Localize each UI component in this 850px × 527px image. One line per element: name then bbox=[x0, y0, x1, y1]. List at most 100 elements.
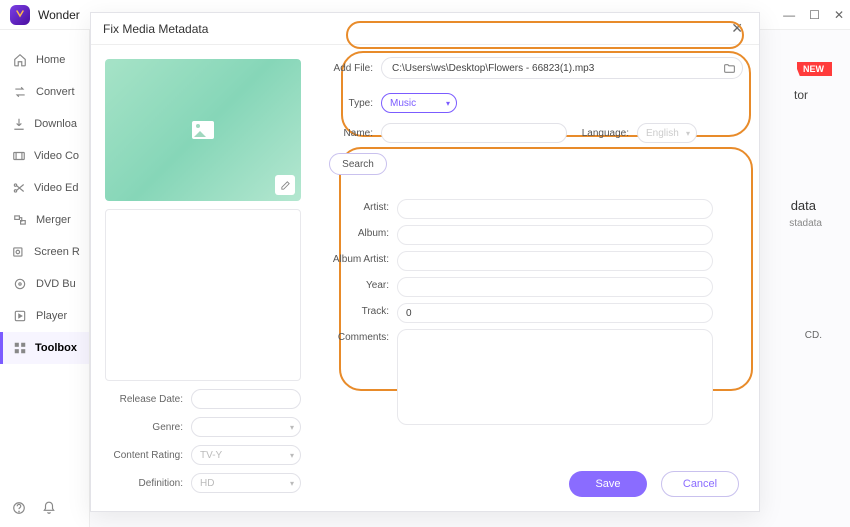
sidebar-item-player[interactable]: Player bbox=[0, 300, 89, 332]
name-input[interactable] bbox=[381, 123, 567, 143]
album-field[interactable] bbox=[397, 225, 713, 245]
sidebar-item-label: DVD Bu bbox=[36, 278, 76, 290]
convert-icon bbox=[12, 84, 28, 100]
file-path-field[interactable]: C:\Users\ws\Desktop\Flowers - 66823(1).m… bbox=[381, 57, 743, 79]
language-value: English bbox=[646, 128, 679, 139]
add-file-row: Add File: C:\Users\ws\Desktop\Flowers - … bbox=[325, 57, 743, 79]
maximize-button[interactable]: ☐ bbox=[809, 8, 820, 22]
search-area: Type: Music ▾ Name: Language: English ▾ bbox=[325, 93, 743, 175]
chevron-down-icon: ▾ bbox=[446, 99, 450, 108]
definition-label: Definition: bbox=[105, 478, 191, 489]
help-icon[interactable] bbox=[12, 501, 26, 515]
sidebar-item-label: Convert bbox=[36, 86, 75, 98]
chevron-down-icon: ▾ bbox=[290, 451, 294, 460]
bg-text: CD. bbox=[805, 330, 822, 341]
album-artist-field[interactable] bbox=[397, 251, 713, 271]
content-rating-label: Content Rating: bbox=[105, 450, 191, 461]
left-meta-form: Release Date: Genre: ▾ Content Rating: T… bbox=[105, 389, 301, 501]
close-icon[interactable]: ✕ bbox=[727, 18, 747, 39]
download-icon bbox=[12, 116, 26, 132]
album-art-preview bbox=[105, 59, 301, 201]
file-path-value: C:\Users\ws\Desktop\Flowers - 66823(1).m… bbox=[392, 63, 594, 74]
save-button[interactable]: Save bbox=[569, 471, 647, 497]
bg-text: tor bbox=[794, 88, 808, 102]
chevron-down-icon: ▾ bbox=[686, 129, 690, 138]
modal-header: Fix Media Metadata ✕ bbox=[91, 13, 759, 45]
merger-icon bbox=[12, 212, 28, 228]
chevron-down-icon: ▾ bbox=[290, 479, 294, 488]
sidebar-item-label: Downloa bbox=[34, 118, 77, 130]
release-date-field[interactable] bbox=[191, 389, 301, 409]
metadata-area: Artist: Album: Album Artist: Year: Track… bbox=[325, 199, 743, 425]
right-pane: Add File: C:\Users\ws\Desktop\Flowers - … bbox=[301, 45, 759, 511]
sidebar-item-video-editor[interactable]: Video Ed bbox=[0, 172, 89, 204]
lyrics-area[interactable] bbox=[105, 209, 301, 381]
app-name: Wonder bbox=[38, 8, 80, 22]
chevron-down-icon: ▾ bbox=[290, 423, 294, 432]
name-label: Name: bbox=[325, 128, 381, 139]
type-value: Music bbox=[390, 98, 416, 109]
video-compress-icon bbox=[12, 148, 26, 164]
bg-text: stadata bbox=[789, 218, 822, 229]
release-date-label: Release Date: bbox=[105, 394, 191, 405]
sidebar-item-label: Toolbox bbox=[35, 342, 77, 354]
left-pane: Release Date: Genre: ▾ Content Rating: T… bbox=[91, 45, 301, 511]
sidebar-item-label: Player bbox=[36, 310, 67, 322]
type-label: Type: bbox=[325, 98, 381, 109]
sidebar-item-downloader[interactable]: Downloa bbox=[0, 108, 89, 140]
track-label: Track: bbox=[325, 303, 397, 317]
record-icon bbox=[12, 244, 26, 260]
sidebar: Home Convert Downloa Video Co Video Ed M… bbox=[0, 30, 90, 527]
sidebar-item-dvd-burner[interactable]: DVD Bu bbox=[0, 268, 89, 300]
edit-art-button[interactable] bbox=[275, 175, 295, 195]
track-value: 0 bbox=[406, 308, 412, 319]
sidebar-item-video-compressor[interactable]: Video Co bbox=[0, 140, 89, 172]
track-field[interactable]: 0 bbox=[397, 303, 713, 323]
comments-field[interactable] bbox=[397, 329, 713, 425]
content-rating-value: TV-Y bbox=[200, 450, 222, 461]
sidebar-item-label: Merger bbox=[36, 214, 71, 226]
minimize-button[interactable]: — bbox=[783, 8, 795, 22]
search-button[interactable]: Search bbox=[329, 153, 387, 175]
close-window-button[interactable]: ✕ bbox=[834, 8, 844, 22]
language-select[interactable]: English ▾ bbox=[637, 123, 697, 143]
genre-select[interactable]: ▾ bbox=[191, 417, 301, 437]
album-artist-label: Album Artist: bbox=[325, 251, 397, 265]
sidebar-item-merger[interactable]: Merger bbox=[0, 204, 89, 236]
definition-value: HD bbox=[200, 478, 214, 489]
comments-label: Comments: bbox=[325, 329, 397, 343]
genre-label: Genre: bbox=[105, 422, 191, 433]
bell-icon[interactable] bbox=[42, 501, 56, 515]
sidebar-item-screen-recorder[interactable]: Screen R bbox=[0, 236, 89, 268]
image-placeholder-icon bbox=[192, 121, 214, 139]
year-field[interactable] bbox=[397, 277, 713, 297]
sidebar-item-converter[interactable]: Convert bbox=[0, 76, 89, 108]
app-logo bbox=[10, 5, 30, 25]
sidebar-bottom bbox=[0, 489, 89, 527]
content-rating-select[interactable]: TV-Y ▾ bbox=[191, 445, 301, 465]
new-badge: NEW bbox=[797, 62, 832, 76]
add-file-label: Add File: bbox=[325, 63, 381, 74]
home-icon bbox=[12, 52, 28, 68]
scissors-icon bbox=[12, 180, 26, 196]
type-select[interactable]: Music ▾ bbox=[381, 93, 457, 113]
window-controls: — ☐ ✕ bbox=[783, 0, 844, 30]
folder-icon[interactable] bbox=[723, 62, 736, 75]
definition-select[interactable]: HD ▾ bbox=[191, 473, 301, 493]
sidebar-item-label: Video Ed bbox=[34, 182, 78, 194]
language-label: Language: bbox=[581, 128, 637, 139]
sidebar-item-label: Video Co bbox=[34, 150, 79, 162]
cancel-button[interactable]: Cancel bbox=[661, 471, 739, 497]
metadata-modal: Fix Media Metadata ✕ Release Date: Genre… bbox=[90, 12, 760, 512]
sidebar-item-toolbox[interactable]: Toolbox bbox=[0, 332, 89, 364]
disc-icon bbox=[12, 276, 28, 292]
artist-field[interactable] bbox=[397, 199, 713, 219]
toolbox-icon bbox=[12, 340, 27, 356]
modal-body: Release Date: Genre: ▾ Content Rating: T… bbox=[91, 45, 759, 511]
modal-title: Fix Media Metadata bbox=[103, 22, 208, 36]
album-label: Album: bbox=[325, 225, 397, 239]
sidebar-item-home[interactable]: Home bbox=[0, 44, 89, 76]
play-icon bbox=[12, 308, 28, 324]
artist-label: Artist: bbox=[325, 199, 397, 213]
year-label: Year: bbox=[325, 277, 397, 291]
